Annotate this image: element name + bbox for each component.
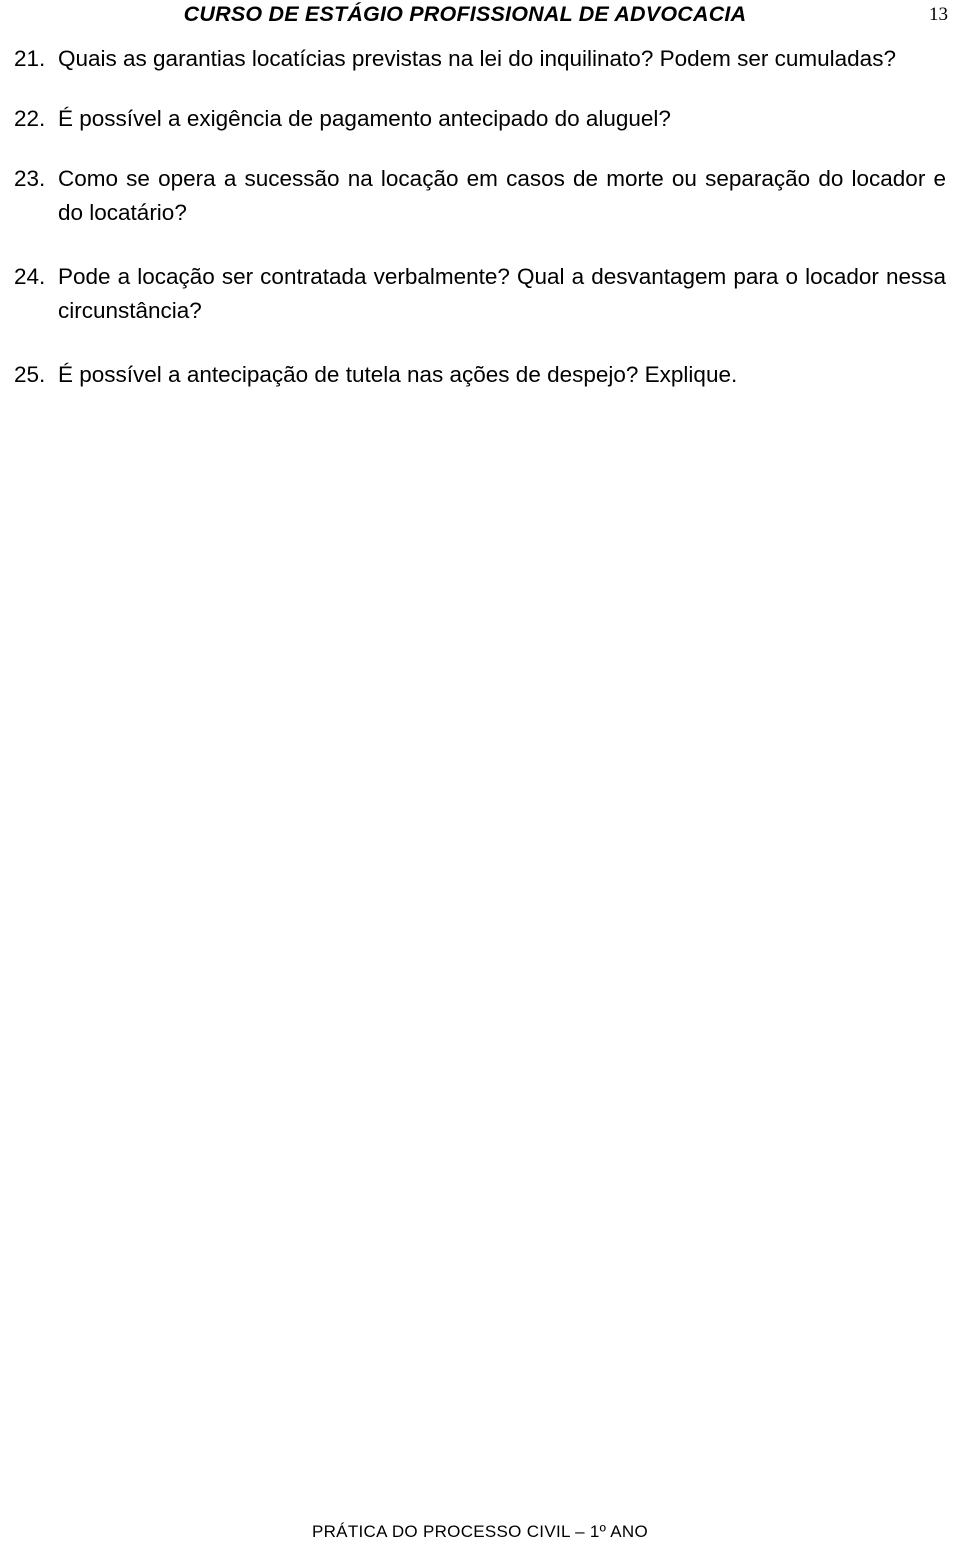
document-title: CURSO DE ESTÁGIO PROFISSIONAL DE ADVOCAC… [183, 2, 747, 26]
question-text: É possível a antecipação de tutela nas a… [58, 362, 738, 387]
list-item: 22. É possível a exigência de pagamento … [14, 102, 950, 136]
question-text: Quais as garantias locatícias previstas … [58, 46, 896, 71]
list-item: 23. Como se opera a sucessão na locação … [14, 162, 950, 230]
question-number: 23. [14, 166, 46, 191]
question-number: 21. [14, 46, 46, 71]
question-number: 22. [14, 106, 46, 131]
question-list: 21. Quais as garantias locatícias previs… [14, 42, 950, 392]
list-item: 25. É possível a antecipação de tutela n… [14, 358, 950, 392]
question-text: Como se opera a sucessão na locação em c… [58, 166, 946, 225]
question-text: É possível a exigência de pagamento ante… [58, 106, 671, 131]
list-item: 21. Quais as garantias locatícias previs… [14, 42, 950, 76]
list-item: 24. Pode a locação ser contratada verbal… [14, 260, 950, 328]
question-number: 24. [14, 264, 46, 289]
document-header: CURSO DE ESTÁGIO PROFISSIONAL DE ADVOCAC… [0, 0, 960, 34]
page-number: 13 [929, 4, 948, 25]
document-footer: PRÁTICA DO PROCESSO CIVIL – 1º ANO [311, 1522, 649, 1541]
question-number: 25. [14, 362, 46, 387]
document-page: CURSO DE ESTÁGIO PROFISSIONAL DE ADVOCAC… [0, 0, 960, 1568]
question-text: Pode a locação ser contratada verbalment… [58, 264, 946, 323]
